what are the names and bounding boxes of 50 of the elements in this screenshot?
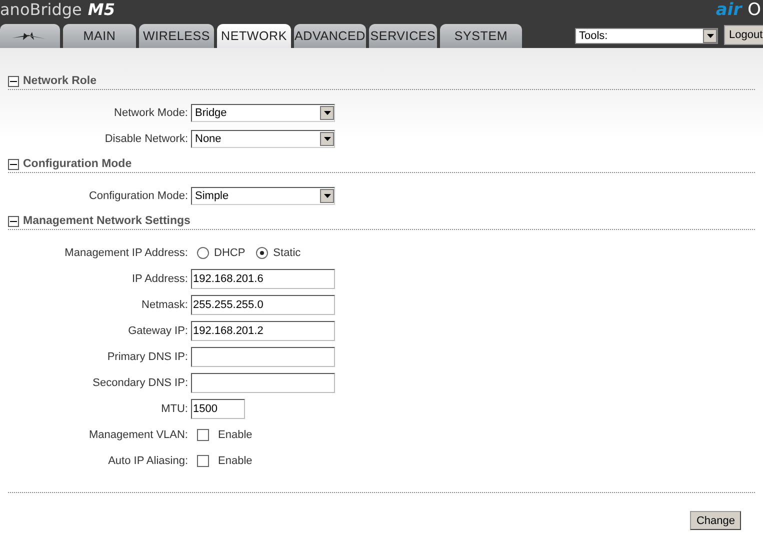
nav-tab[interactable]: MAIN [63, 24, 136, 48]
change-button[interactable]: Change [690, 511, 741, 530]
product-name: anoBridge [0, 0, 82, 20]
field-label: Management IP Address: [64, 247, 188, 259]
radio-label: DHCP [214, 247, 246, 259]
text-field[interactable]: 1500 [191, 399, 245, 419]
collapse-icon[interactable] [8, 158, 19, 170]
checkbox-label: Enable [218, 455, 252, 467]
radio-button[interactable] [256, 247, 268, 259]
dropdown[interactable]: Simple [191, 187, 335, 205]
field-label: Secondary DNS IP: [92, 377, 188, 389]
text-field[interactable] [191, 347, 335, 367]
field-label: Network Mode: [113, 107, 188, 119]
text-field[interactable] [191, 373, 335, 393]
text-field[interactable]: 192.168.201.2 [191, 321, 335, 341]
brand-logo-text: O [748, 0, 761, 20]
model-name: M5 [88, 0, 115, 20]
field-label: Netmask: [140, 299, 188, 311]
nav-tab[interactable]: WIRELESS [139, 24, 214, 48]
nav-tab[interactable]: SYSTEM [440, 24, 522, 48]
section-title: Management Network Settings [23, 215, 190, 227]
radio-label: Static [273, 247, 301, 259]
section-title: Network Role [23, 75, 96, 87]
checkbox[interactable] [197, 455, 209, 467]
collapse-icon[interactable] [8, 76, 19, 86]
nav-tab[interactable]: ADVANCED [294, 24, 366, 48]
field-label: Management VLAN: [88, 429, 188, 441]
tools-dropdown[interactable]: Tools: [575, 28, 718, 44]
checkbox-label: Enable [218, 429, 252, 441]
field-label: Primary DNS IP: [106, 351, 188, 363]
checkbox[interactable] [197, 429, 209, 441]
logo-tab[interactable] [0, 24, 60, 48]
nav-tab[interactable]: NETWORK [217, 24, 291, 48]
field-label: Auto IP Aliasing: [107, 455, 188, 467]
dropdown[interactable]: None [191, 130, 335, 148]
field-label: Disable Network: [104, 133, 188, 145]
field-label: MTU: [160, 403, 188, 415]
antenna-logo-icon [12, 31, 48, 41]
section-title: Configuration Mode [23, 158, 132, 170]
logout-button[interactable]: Logout [724, 25, 763, 45]
nav-tab[interactable]: SERVICES [369, 24, 437, 48]
collapse-icon[interactable] [8, 216, 19, 226]
field-label: Configuration Mode: [88, 190, 188, 202]
field-label: IP Address: [130, 273, 188, 285]
dropdown[interactable]: Bridge [191, 104, 335, 122]
field-label: Gateway IP: [127, 325, 188, 337]
text-field[interactable]: 255.255.255.0 [191, 295, 335, 315]
brand-logo-text: air [716, 0, 742, 20]
radio-button[interactable] [197, 247, 209, 259]
text-field[interactable]: 192.168.201.6 [191, 269, 335, 289]
